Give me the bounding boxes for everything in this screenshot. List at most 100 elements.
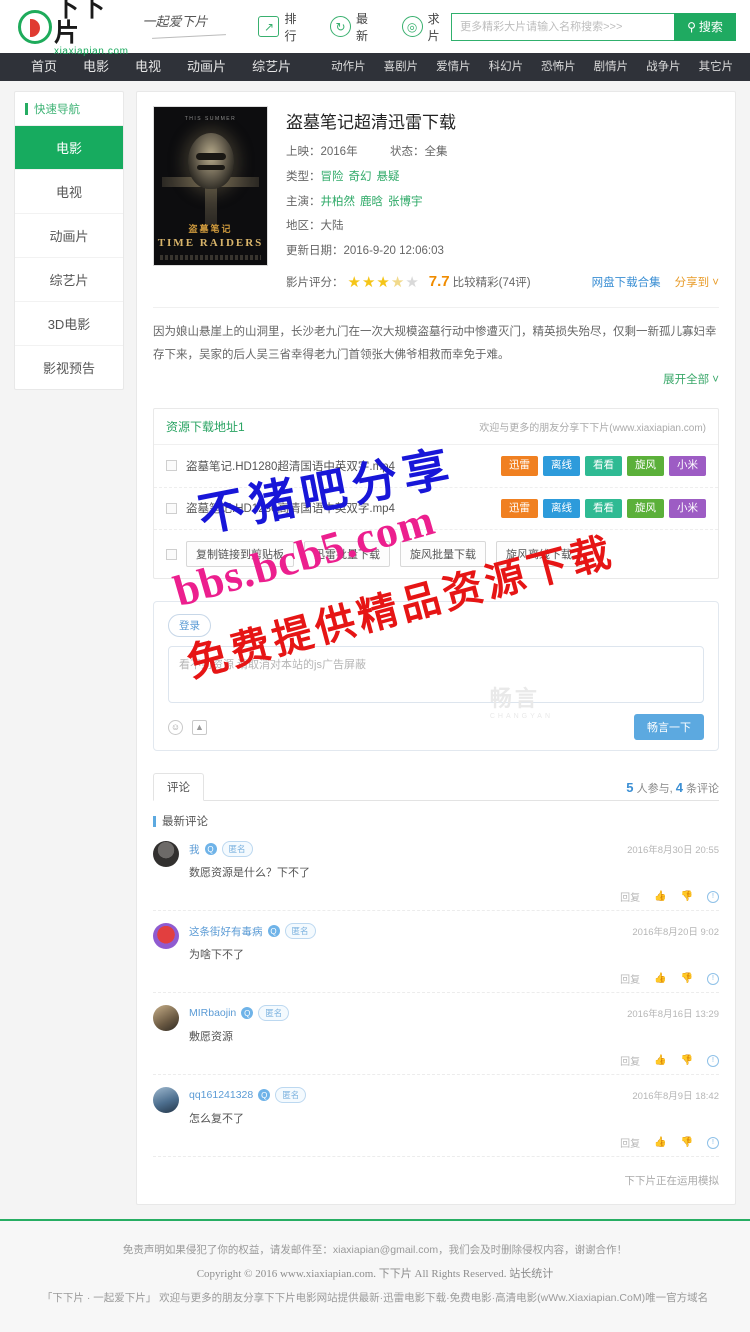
film-actor-3[interactable]: 张博宇 (388, 196, 423, 208)
xuanfeng-offline-download-button[interactable]: 旋风离线下载 (496, 541, 582, 568)
sidebar-item-tv[interactable]: 电视 (15, 170, 123, 214)
header-link-latest[interactable]: ↻ 最新 (330, 10, 380, 44)
comment-username[interactable]: MIRbaojin (189, 1007, 236, 1019)
nav-item-scifi[interactable]: 科幻片 (480, 53, 533, 81)
search-button[interactable]: ⚲ 搜索 (674, 12, 736, 41)
film-actor-row: 主演：井柏然 鹿晗 张博宇 (286, 196, 719, 210)
film-poster[interactable]: THIS SUMMER 盗墓笔记 TIME RAIDERS (153, 106, 268, 266)
download-tag-xuanfeng[interactable]: 旋风 (627, 498, 664, 519)
nav-item-war[interactable]: 战争片 (637, 53, 690, 81)
site-logo[interactable]: 下下片 xiaxiapian.com 一起爱下片 (18, 0, 226, 57)
film-release-value: 2016年 (320, 146, 358, 158)
reply-button[interactable]: 回复 (620, 971, 640, 986)
nav-item-cn-series[interactable]: 国产剧 (742, 53, 750, 81)
nav-item-home[interactable]: 首页 (18, 53, 70, 81)
logo-title: 下下片 (54, 0, 107, 47)
download-tag-xuanfeng[interactable]: 旋风 (627, 455, 664, 476)
thumbs-up-icon[interactable]: 👍 (654, 973, 666, 984)
search-input[interactable] (451, 12, 674, 41)
film-genre-1[interactable]: 冒险 (321, 171, 344, 183)
sidebar-item-3d[interactable]: 3D电影 (15, 302, 123, 346)
download-panel-title: 资源下载地址1 (166, 419, 245, 434)
comment-username[interactable]: 这条街好有毒病 (189, 924, 263, 939)
report-icon[interactable]: ! (707, 1054, 719, 1067)
nav-item-horror[interactable]: 恐怖片 (532, 53, 585, 81)
report-icon[interactable]: ! (707, 890, 719, 903)
login-button[interactable]: 登录 (168, 614, 211, 638)
sidebar-item-movies[interactable]: 电影 (15, 126, 123, 170)
xuanfeng-batch-download-button[interactable]: 旋风批量下载 (400, 541, 486, 568)
download-tag-lixian[interactable]: 离线 (543, 455, 580, 476)
download-row-checkbox[interactable] (166, 502, 177, 514)
film-actor-1[interactable]: 井柏然 (321, 196, 356, 208)
nav-item-romance[interactable]: 爱情片 (427, 53, 480, 81)
thumbs-down-icon[interactable]: 👎 (681, 973, 693, 984)
nav-item-movies[interactable]: 电影 (70, 53, 122, 81)
avatar[interactable] (153, 1005, 179, 1032)
share-dropdown[interactable]: 分享到 ˅ (675, 274, 719, 290)
film-actor-2[interactable]: 鹿晗 (360, 196, 383, 208)
download-tag-xiaomi[interactable]: 小米 (669, 455, 706, 476)
comment-header: MIRbaojin Q 匿名 2016年8月16日 13:29 (189, 1005, 719, 1022)
tab-comments[interactable]: 评论 (153, 773, 204, 802)
reply-button[interactable]: 回复 (620, 889, 640, 904)
thumbs-up-icon[interactable]: 👍 (654, 891, 666, 902)
chart-icon: ↗ (258, 16, 280, 37)
select-all-checkbox[interactable] (166, 548, 177, 560)
sidebar-item-variety[interactable]: 综艺片 (15, 258, 123, 302)
nav-item-drama[interactable]: 剧情片 (585, 53, 638, 81)
comment-username[interactable]: qq161241328 (189, 1089, 253, 1101)
header-link-request[interactable]: ◎ 求片 (401, 10, 452, 44)
comment-people-count: 5 (626, 780, 634, 796)
nav-item-tv[interactable]: 电视 (122, 53, 174, 81)
avatar[interactable] (153, 923, 179, 950)
netdisk-download-link[interactable]: 网盘下载合集 (592, 274, 661, 290)
xunlei-batch-download-button[interactable]: 迅雷批量下载 (304, 541, 390, 568)
sidebar-item-anime[interactable]: 动画片 (15, 214, 123, 258)
comment-item: qq161241328 Q 匿名 2016年8月9日 18:42 怎么复不了 回… (153, 1075, 719, 1158)
report-icon[interactable]: ! (707, 1136, 719, 1149)
download-tag-xiaomi[interactable]: 小米 (669, 498, 706, 519)
film-genre-2[interactable]: 奇幻 (349, 171, 372, 183)
nav-primary-group: 首页 电影 电视 动画片 综艺片 (18, 53, 304, 81)
film-release-row: 上映：2016年 状态：全集 (286, 146, 719, 160)
thumbs-down-icon[interactable]: 👎 (681, 1055, 693, 1066)
comment-placeholder: 看不到资源 请取消对本站的js广告屏蔽 (179, 659, 366, 672)
header-link-rank[interactable]: ↗ 排行 (258, 10, 308, 44)
thumbs-up-icon[interactable]: 👍 (654, 1055, 666, 1066)
sidebar-item-trailers[interactable]: 影视预告 (15, 346, 123, 389)
nav-item-comedy[interactable]: 喜剧片 (375, 53, 428, 81)
image-icon[interactable]: ▲ (192, 719, 207, 735)
nav-item-action[interactable]: 动作片 (322, 53, 375, 81)
download-tag-xunlei[interactable]: 迅雷 (501, 498, 538, 519)
copy-links-button[interactable]: 复制链接到剪贴板 (186, 541, 294, 568)
reply-button[interactable]: 回复 (620, 1135, 640, 1150)
comment-textarea[interactable]: 看不到资源 请取消对本站的js广告屏蔽 畅言 CHANGYAN (168, 646, 704, 720)
download-tag-lixian[interactable]: 离线 (543, 498, 580, 519)
report-icon[interactable]: ! (707, 972, 719, 985)
expand-description-link[interactable]: 展开全部 ˅ (153, 369, 719, 392)
thumbs-down-icon[interactable]: 👎 (681, 1137, 693, 1148)
nav-item-variety[interactable]: 综艺片 (239, 53, 304, 81)
avatar[interactable] (153, 1087, 179, 1114)
film-genre-3[interactable]: 悬疑 (377, 171, 400, 183)
avatar[interactable] (153, 841, 179, 868)
download-tag-kankan[interactable]: 看看 (585, 455, 622, 476)
logo-text: 下下片 xiaxiapian.com (54, 0, 130, 57)
reply-button[interactable]: 回复 (620, 1053, 640, 1068)
star-icon-2: ★ (361, 273, 377, 291)
download-row-checkbox[interactable] (166, 460, 177, 472)
smiley-icon[interactable]: ☺ (168, 719, 183, 735)
thumbs-down-icon[interactable]: 👎 (681, 891, 693, 902)
comment-body: qq161241328 Q 匿名 2016年8月9日 18:42 怎么复不了 回… (189, 1087, 719, 1150)
nav-item-other[interactable]: 其它片 (690, 53, 743, 81)
comment-username[interactable]: 我 (189, 842, 200, 857)
rating-stars[interactable]: ★ ★ ★ ★ ★ (348, 273, 420, 291)
download-tag-kankan[interactable]: 看看 (585, 498, 622, 519)
refresh-icon: ↻ (330, 16, 352, 37)
content-panel: THIS SUMMER 盗墓笔记 TIME RAIDERS 盗墓笔记超清迅雷下载… (136, 91, 736, 1206)
nav-item-anime[interactable]: 动画片 (174, 53, 239, 81)
submit-comment-button[interactable]: 畅言一下 (634, 714, 704, 741)
download-tag-xunlei[interactable]: 迅雷 (501, 455, 538, 476)
thumbs-up-icon[interactable]: 👍 (654, 1137, 666, 1148)
